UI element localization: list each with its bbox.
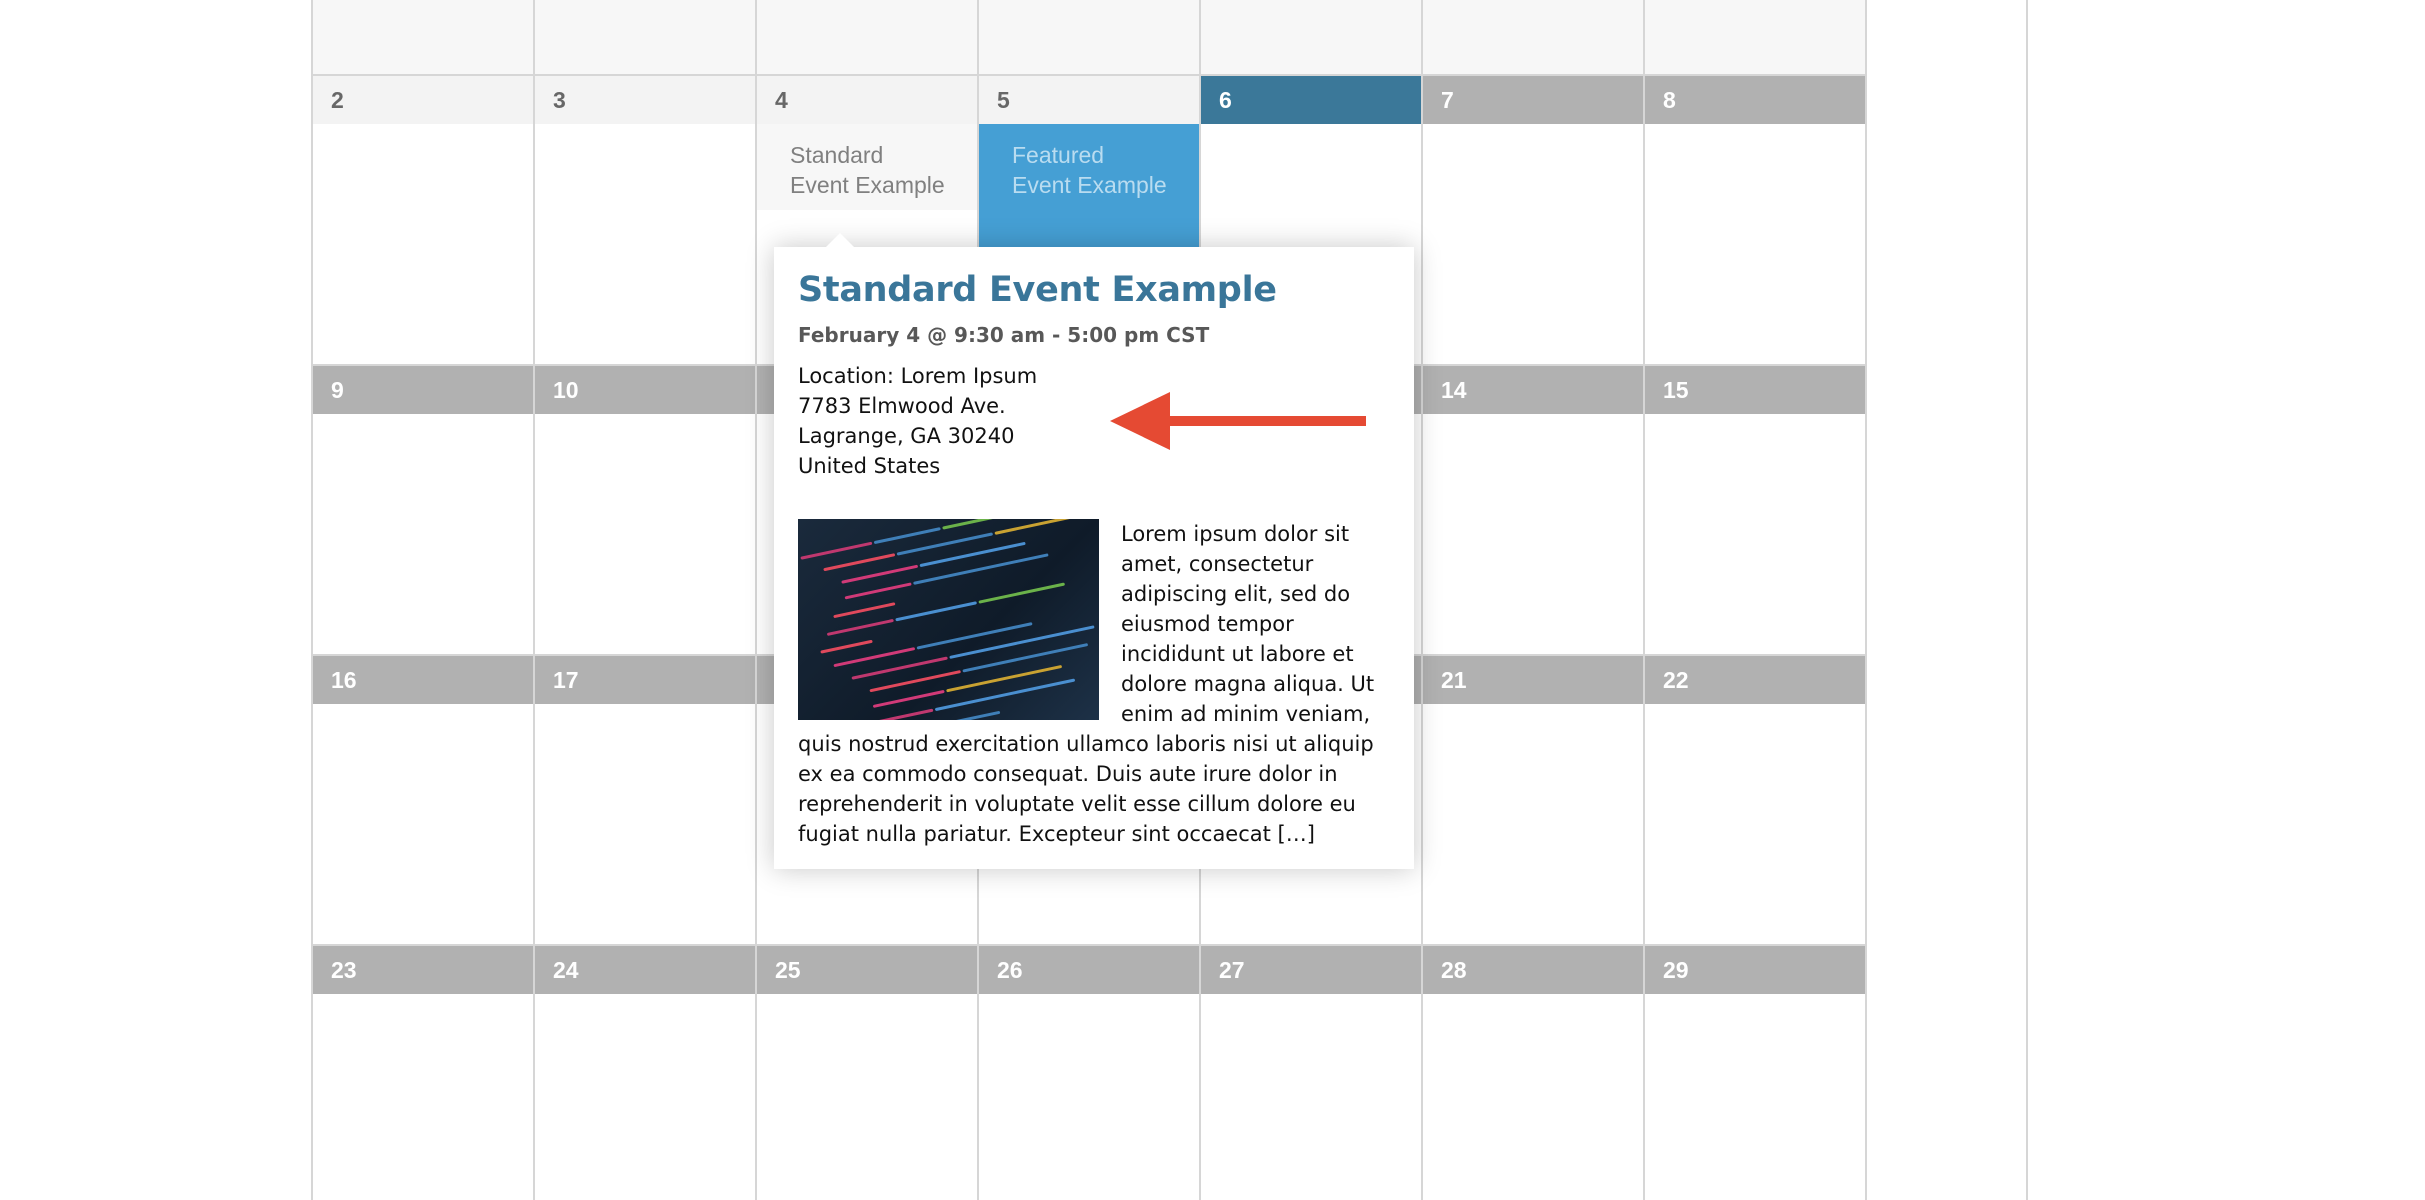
calendar-day: 17: [535, 654, 757, 944]
day-number[interactable]: 4: [757, 76, 977, 124]
red-arrow-icon: [1110, 392, 1366, 450]
calendar-day: 28: [1423, 944, 1645, 1200]
day-number[interactable]: 29: [1645, 946, 1865, 994]
calendar-day: 10: [535, 364, 757, 654]
calendar-day: 7: [1423, 74, 1645, 364]
day-number[interactable]: 8: [1645, 76, 1865, 124]
calendar-day: 24: [535, 944, 757, 1200]
day-number[interactable]: 15: [1645, 366, 1865, 414]
day-number[interactable]: 14: [1423, 366, 1643, 414]
calendar-day: 3: [535, 74, 757, 364]
day-number[interactable]: 26: [979, 946, 1199, 994]
event-tooltip: Standard Event Example February 4 @ 9:30…: [774, 233, 1414, 869]
day-number[interactable]: 24: [535, 946, 755, 994]
calendar-day-prev: [535, 0, 757, 74]
day-number[interactable]: 22: [1645, 656, 1865, 704]
day-number[interactable]: 2: [313, 76, 533, 124]
tooltip-event-body: Lorem ipsum dolor sit amet, consectetur …: [798, 519, 1390, 849]
calendar-day: 21: [1423, 654, 1645, 944]
calendar-day: 9: [313, 364, 535, 654]
featured-event-link[interactable]: Featured Event Example: [979, 124, 1199, 250]
calendar-day: 16: [313, 654, 535, 944]
day-number[interactable]: 28: [1423, 946, 1643, 994]
calendar-day: 2: [313, 74, 535, 364]
calendar-day: 26: [979, 944, 1201, 1200]
day-number[interactable]: 16: [313, 656, 533, 704]
day-number[interactable]: 27: [1201, 946, 1421, 994]
tooltip-event-title[interactable]: Standard Event Example: [798, 269, 1390, 311]
day-number[interactable]: 5: [979, 76, 1199, 124]
calendar-day: 23: [313, 944, 535, 1200]
calendar-day-prev: [757, 0, 979, 74]
day-number[interactable]: 9: [313, 366, 533, 414]
calendar-day: 27: [1201, 944, 1423, 1200]
calendar-day-prev: [313, 0, 535, 74]
calendar-day: 15: [1645, 364, 1867, 654]
calendar-day-prev: [1645, 0, 1867, 74]
calendar-day: 22: [1645, 654, 1867, 944]
event-thumbnail-image: [798, 519, 1099, 720]
calendar-day: 29: [1645, 944, 1867, 1200]
day-number[interactable]: 3: [535, 76, 755, 124]
location-country: United States: [798, 454, 941, 478]
day-number[interactable]: 23: [313, 946, 533, 994]
calendar-day-prev: [1201, 0, 1423, 74]
calendar-day-prev: [979, 0, 1201, 74]
standard-event-link[interactable]: Standard Event Example: [757, 124, 977, 210]
location-venue: Location: Lorem Ipsum: [798, 364, 1038, 388]
page-divider: [2026, 0, 2028, 1200]
tooltip-caret: [826, 233, 854, 247]
day-number[interactable]: 17: [535, 656, 755, 704]
calendar-day: 14: [1423, 364, 1645, 654]
day-number[interactable]: 7: [1423, 76, 1643, 124]
day-number[interactable]: 10: [535, 366, 755, 414]
day-number-today[interactable]: 6: [1201, 76, 1421, 124]
calendar-day-prev: [1423, 0, 1645, 74]
tooltip-event-date: February 4 @ 9:30 am - 5:00 pm CST: [798, 323, 1210, 347]
calendar-day: 25: [757, 944, 979, 1200]
day-number[interactable]: 21: [1423, 656, 1643, 704]
calendar-day: 8: [1645, 74, 1867, 364]
day-number[interactable]: 25: [757, 946, 977, 994]
